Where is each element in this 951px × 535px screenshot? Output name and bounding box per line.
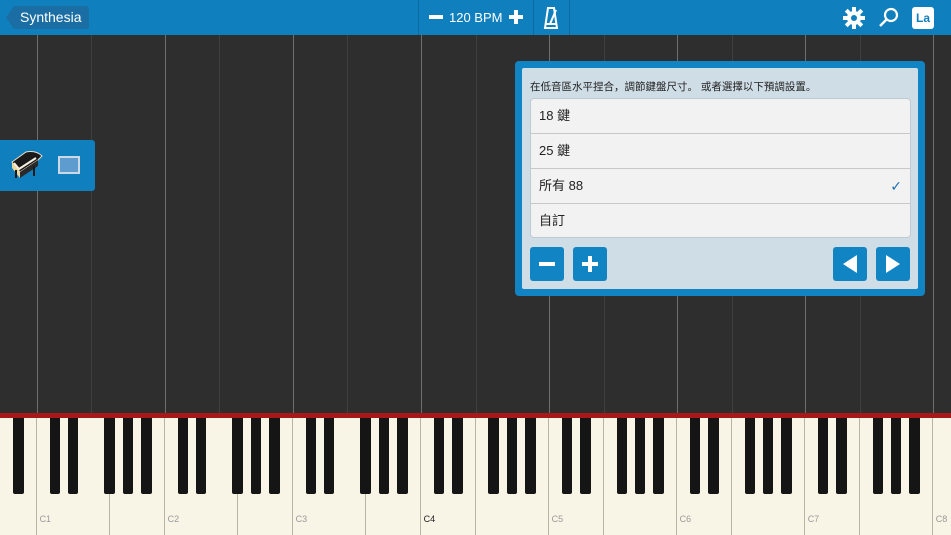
black-key[interactable] (707, 418, 719, 494)
black-key[interactable] (890, 418, 902, 494)
octave-label: C3 (295, 514, 308, 524)
black-key[interactable] (488, 418, 500, 494)
search-button[interactable] (877, 6, 901, 35)
minus-icon (429, 15, 443, 19)
black-key[interactable] (616, 418, 628, 494)
black-key[interactable] (653, 418, 664, 494)
black-key[interactable] (909, 418, 920, 494)
octave-grid-line (421, 35, 422, 413)
black-key[interactable] (835, 418, 847, 494)
shift-right-button[interactable] (876, 247, 910, 281)
shift-left-button[interactable] (833, 247, 867, 281)
octave-grid-line (293, 35, 294, 413)
black-key[interactable] (305, 418, 317, 494)
settings-button[interactable] (842, 6, 866, 35)
shrink-keyboard-button[interactable] (530, 247, 564, 281)
expand-keyboard-button[interactable] (573, 247, 607, 281)
display-icon (58, 156, 80, 174)
dialog-message: 在低音區水平捏合，調節鍵盤尺寸。 或者選擇以下預調設置。 (530, 81, 817, 93)
octave-grid-line (933, 35, 934, 413)
grand-piano-icon (8, 148, 46, 187)
octave-label: C5 (551, 514, 564, 524)
octave-label: C1 (39, 514, 52, 524)
tempo-increase-button[interactable] (503, 4, 529, 31)
black-key[interactable] (817, 418, 829, 494)
checkmark-icon: ✓ (890, 178, 902, 194)
top-toolbar: Synthesia 120 BPM La (0, 0, 951, 35)
instrument-panel[interactable] (0, 140, 95, 191)
octave-grid-line (165, 35, 166, 413)
triangle-right-icon (886, 255, 900, 273)
black-key[interactable] (689, 418, 701, 494)
octave-grid-line (37, 35, 38, 413)
preset-option-custom[interactable]: 自訂 (531, 204, 910, 237)
black-key[interactable] (250, 418, 262, 494)
plus-icon (503, 4, 529, 31)
preset-option-18[interactable]: 18 鍵 (531, 99, 910, 134)
grid-line (91, 35, 92, 413)
grid-line (476, 35, 477, 413)
octave-label: C6 (679, 514, 692, 524)
black-key[interactable] (141, 418, 152, 494)
preset-list: 18 鍵 25 鍵 所有 88 ✓ 自訂 (530, 98, 911, 238)
preset-label: 25 鍵 (539, 143, 571, 158)
preset-label: 自訂 (539, 213, 566, 228)
black-key[interactable] (451, 418, 463, 494)
keyboard-size-dialog: 在低音區水平捏合，調節鍵盤尺寸。 或者選擇以下預調設置。 18 鍵 25 鍵 所… (515, 61, 925, 296)
gear-icon (843, 7, 865, 29)
tempo-control: 120 BPM (418, 0, 534, 35)
preset-label: 18 鍵 (539, 108, 571, 123)
black-key[interactable] (781, 418, 792, 494)
black-key[interactable] (525, 418, 536, 494)
black-key[interactable] (397, 418, 408, 494)
black-key[interactable] (579, 418, 591, 494)
black-key[interactable] (49, 418, 61, 494)
black-key[interactable] (378, 418, 390, 494)
magnifier-icon (879, 7, 899, 27)
black-key[interactable] (12, 418, 24, 494)
back-button[interactable]: Synthesia (6, 6, 90, 29)
metronome-button[interactable] (533, 0, 570, 35)
black-key[interactable] (744, 418, 756, 494)
preset-option-25[interactable]: 25 鍵 (531, 134, 910, 169)
black-key[interactable] (67, 418, 79, 494)
dialog-body: 在低音區水平捏合，調節鍵盤尺寸。 或者選擇以下預調設置。 18 鍵 25 鍵 所… (522, 68, 918, 289)
triangle-left-icon (843, 255, 857, 273)
preset-label: 所有 88 (539, 178, 584, 193)
black-key[interactable] (506, 418, 518, 494)
black-key[interactable] (561, 418, 573, 494)
black-key[interactable] (323, 418, 335, 494)
grid-line (219, 35, 220, 413)
black-key[interactable] (269, 418, 280, 494)
black-key[interactable] (872, 418, 884, 494)
note-label-button[interactable]: La (912, 7, 934, 29)
black-key[interactable] (122, 418, 134, 494)
black-key[interactable] (177, 418, 189, 494)
octave-label: C4 (423, 514, 436, 524)
piano-keyboard: C1 C2 C3 C4 C5 C6 C7 C8 (0, 413, 951, 535)
tempo-label: 120 BPM (449, 10, 503, 25)
black-key[interactable] (232, 418, 244, 494)
octave-label: C7 (807, 514, 820, 524)
black-key[interactable] (433, 418, 445, 494)
black-key[interactable] (360, 418, 372, 494)
black-key[interactable] (634, 418, 646, 494)
preset-option-88[interactable]: 所有 88 ✓ (531, 169, 910, 204)
black-key[interactable] (195, 418, 207, 494)
grid-line (347, 35, 348, 413)
metronome-icon (543, 7, 559, 29)
tempo-decrease-button[interactable] (423, 4, 449, 31)
black-key[interactable] (104, 418, 116, 494)
octave-label: C8 (935, 514, 948, 524)
octave-label: C2 (167, 514, 180, 524)
black-key[interactable] (762, 418, 774, 494)
